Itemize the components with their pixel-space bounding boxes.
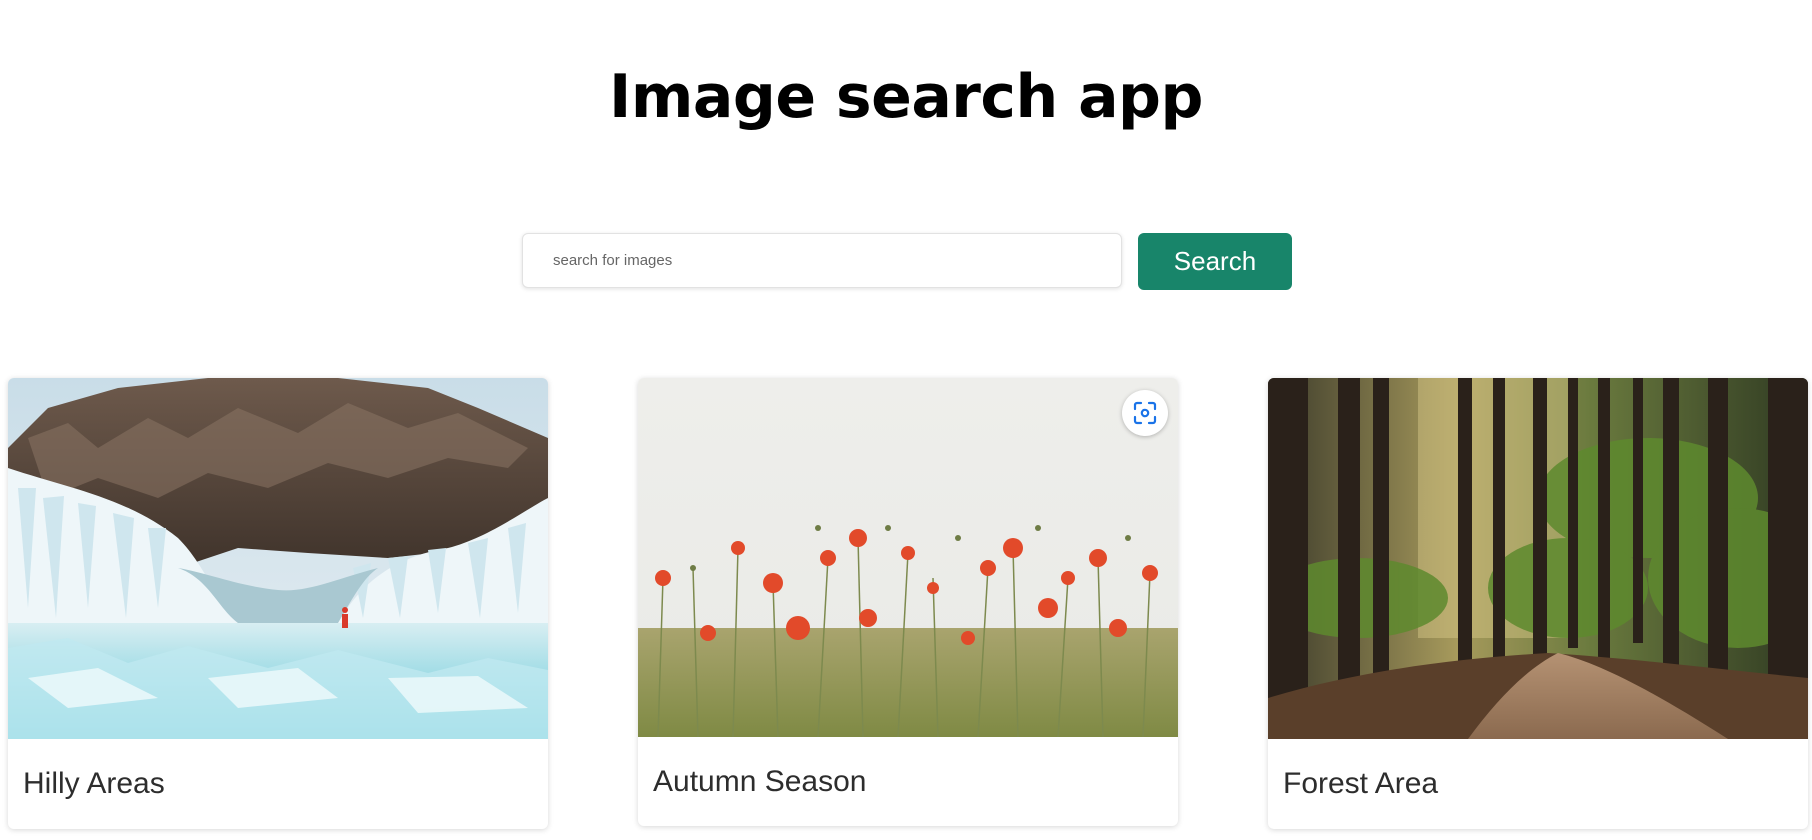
- result-card-autumn-season[interactable]: Autumn Season: [638, 378, 1178, 826]
- page-title: Image search app: [609, 62, 1203, 132]
- search-bar: Search: [522, 233, 1292, 290]
- result-caption: Forest Area: [1283, 767, 1439, 800]
- result-image-icy-cliff[interactable]: [8, 378, 548, 739]
- visual-search-icon: [1133, 401, 1157, 425]
- result-caption: Autumn Season: [653, 764, 867, 798]
- search-input[interactable]: [522, 233, 1122, 288]
- search-button[interactable]: Search: [1138, 233, 1292, 290]
- result-card-hilly-areas[interactable]: Hilly Areas: [8, 378, 548, 829]
- visual-search-button[interactable]: [1122, 390, 1168, 436]
- result-caption: Hilly Areas: [23, 767, 165, 800]
- result-image-forest-path[interactable]: [1268, 378, 1808, 739]
- result-image-poppy-field[interactable]: [638, 378, 1178, 737]
- result-card-forest-area[interactable]: Forest Area: [1268, 378, 1808, 829]
